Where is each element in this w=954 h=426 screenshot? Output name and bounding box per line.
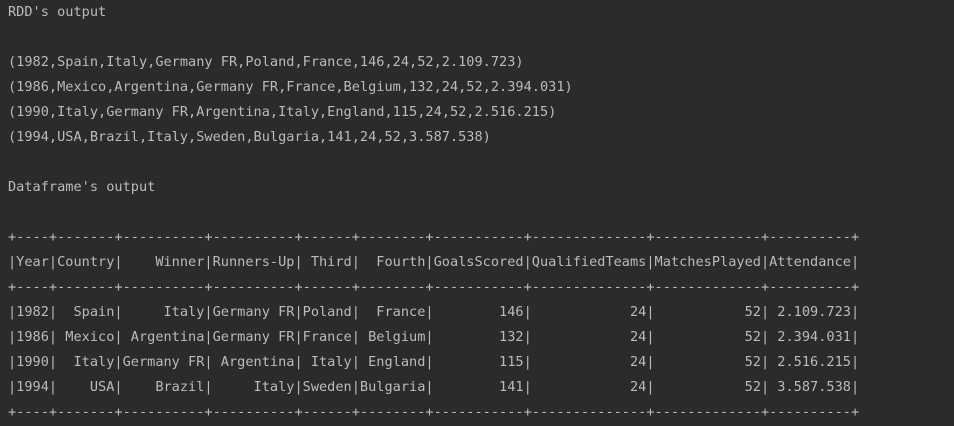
rdd-row-1994: (1994,USA,Brazil,Italy,Sweden,Bulgaria,1… (8, 129, 491, 145)
table-header-row: |Year|Country| Winner|Runners-Up| Third|… (8, 254, 860, 270)
table-border-mid: +----+-------+----------+----------+----… (8, 279, 860, 295)
table-row: |1990| Italy|Germany FR| Argentina| Ital… (8, 354, 860, 370)
table-border-top: +----+-------+----------+----------+----… (8, 229, 860, 245)
table-row: |1982| Spain| Italy|Germany FR|Poland| F… (8, 304, 860, 320)
rdd-row-1982: (1982,Spain,Italy,Germany FR,Poland,Fran… (8, 54, 524, 70)
rdd-output-header: RDD's output (8, 4, 107, 20)
console-output: RDD's output (1982,Spain,Italy,Germany F… (0, 0, 954, 426)
table-row: |1994| USA| Brazil| Italy|Sweden|Bulgari… (8, 379, 860, 395)
table-border-bottom: +----+-------+----------+----------+----… (8, 404, 860, 420)
table-row: |1986| Mexico| Argentina|Germany FR|Fran… (8, 329, 860, 345)
rdd-row-1986: (1986,Mexico,Argentina,Germany FR,France… (8, 79, 573, 95)
dataframe-output-header: Dataframe's output (8, 179, 156, 195)
rdd-row-1990: (1990,Italy,Germany FR,Argentina,Italy,E… (8, 104, 557, 120)
